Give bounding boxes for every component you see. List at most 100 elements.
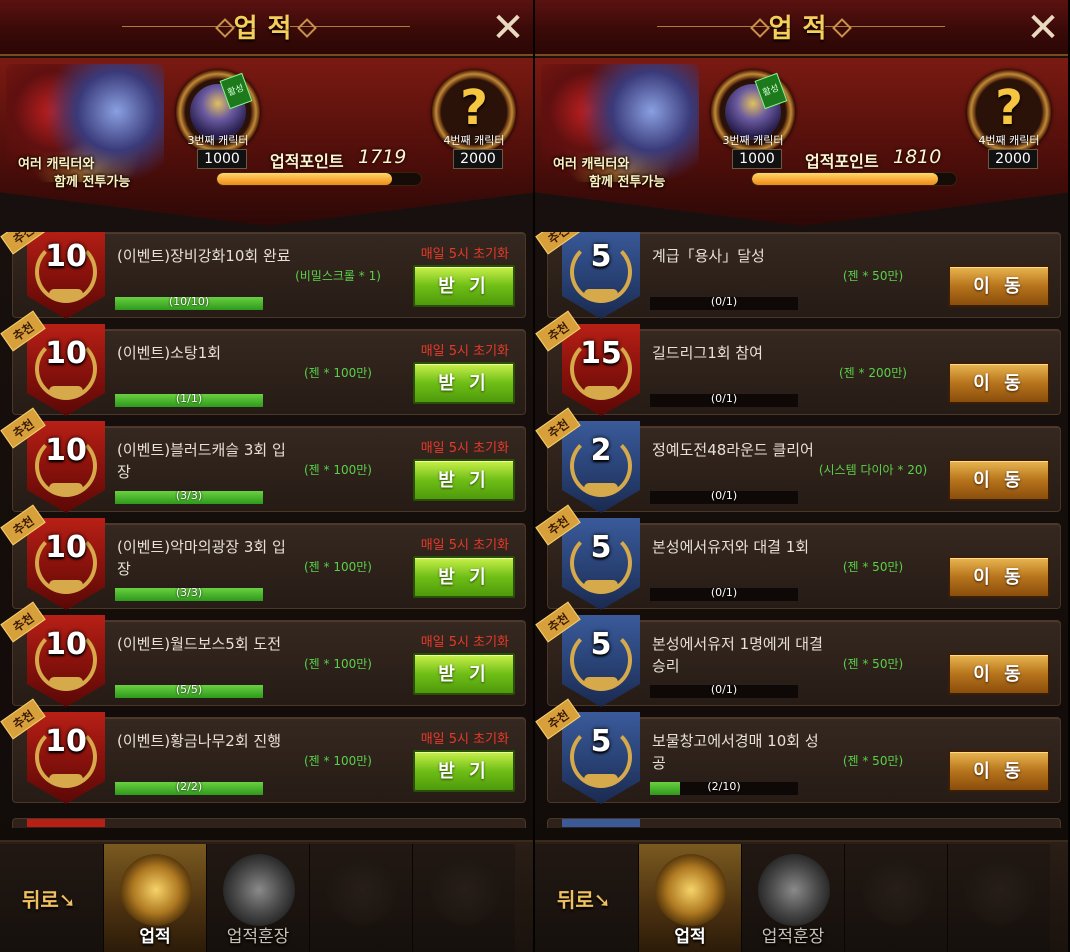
tab-label: 업적훈장 — [226, 927, 290, 947]
locked-emblem-icon — [429, 854, 501, 926]
claim-button[interactable]: 받 기 — [413, 265, 515, 307]
hero-caption: 여러 캐릭터와 함께 전투가능 — [18, 157, 131, 190]
tab-label: 업적 — [139, 927, 171, 947]
close-icon[interactable]: ✕ — [1026, 8, 1060, 48]
achievement-title: 본성에서유저와 대결 1회 — [652, 538, 810, 556]
progress-bar: (5/5) — [115, 683, 263, 698]
level-emblem: 10 — [27, 232, 105, 319]
achievement-row: 추천 10 (이벤트)월드보스5회 도전 (5/5) (젠 * 100만) 매일… — [0, 601, 526, 707]
reward-text: (젠 * 50만) — [842, 560, 904, 574]
bottom-nav: 뒤로➘ 업적 업적훈장 — [535, 840, 1070, 952]
level-number: 5 — [590, 530, 612, 565]
achievement-row: 추천 10 (이벤트)황금나무2회 진행 (2/2) (젠 * 100만) 매일… — [0, 698, 526, 804]
level-emblem: 10 — [27, 712, 105, 804]
next-row-preview — [547, 818, 1061, 828]
level-emblem: 5 — [562, 712, 640, 804]
back-arrow-icon: ➘ — [58, 888, 76, 912]
level-number: 15 — [580, 336, 622, 371]
trophy-icon — [655, 854, 727, 926]
next-row-emblem-stub — [27, 819, 105, 827]
progress-bar: (3/3) — [115, 489, 263, 504]
claim-button[interactable]: 받 기 — [413, 459, 515, 501]
points-progress-bar — [216, 172, 422, 186]
claim-button[interactable]: 받 기 — [413, 750, 515, 792]
reward-text: (시스템 다이아 * 20) — [818, 463, 928, 477]
progress-text: (0/1) — [710, 295, 738, 308]
tab-achievement-medals[interactable]: 업적훈장 — [741, 844, 844, 952]
milestone-label: 3번째 캐릭터 — [187, 134, 249, 147]
tab-achievements[interactable]: 업적 — [638, 844, 741, 952]
tab-locked — [844, 844, 947, 952]
level-number: 10 — [45, 239, 87, 274]
progress-text: (1/1) — [175, 392, 203, 405]
question-mark-icon: ? — [460, 80, 488, 136]
points-label: 업적포인트 — [270, 152, 344, 171]
achievement-title: 길드리그1회 참여 — [652, 344, 763, 362]
level-emblem: 5 — [562, 518, 640, 610]
progress-bar: (1/1) — [115, 392, 263, 407]
level-emblem: 5 — [562, 615, 640, 707]
reset-notice: 매일 5시 초기화 — [420, 344, 509, 359]
next-row-preview — [12, 818, 526, 828]
go-button[interactable]: 이 동 — [948, 653, 1050, 695]
progress-text: (0/1) — [710, 586, 738, 599]
title-bar: 업적 ✕ — [535, 0, 1070, 56]
claim-button[interactable]: 받 기 — [413, 653, 515, 695]
achievement-panel-right: 업적 ✕ 여러 캐릭터와 함께 전투가능 활성 ? 3번째 캐릭터 1000 4… — [535, 0, 1070, 952]
back-button[interactable]: 뒤로➘ — [22, 884, 76, 913]
progress-text: (2/10) — [707, 780, 741, 793]
achievement-list[interactable]: 추천 10 (이벤트)장비강화10회 완료 (10/10) (비밀스크롤 * 1… — [0, 232, 535, 828]
milestone-label: 4번째 캐릭터 — [978, 134, 1040, 147]
points-value: 1719 — [358, 146, 407, 168]
question-mark-icon: ? — [995, 80, 1023, 136]
tab-locked — [412, 844, 515, 952]
level-number: 10 — [45, 530, 87, 565]
milestone-value: 1000 — [197, 149, 247, 169]
close-icon[interactable]: ✕ — [491, 8, 525, 48]
milestone-value: 1000 — [732, 149, 782, 169]
title-bar: 업적 ✕ — [0, 0, 535, 56]
progress-bar: (3/3) — [115, 586, 263, 601]
milestone-label: 4번째 캐릭터 — [443, 134, 505, 147]
level-emblem: 15 — [562, 324, 640, 416]
milestone-label: 3번째 캐릭터 — [722, 134, 784, 147]
next-row-emblem-stub — [562, 819, 640, 827]
progress-text: (3/3) — [175, 489, 203, 502]
progress-bar: (2/2) — [115, 780, 263, 795]
achievement-list[interactable]: 추천 5 계급「용사」달성 (0/1) (젠 * 50만) 이 동 추천 15 … — [535, 232, 1070, 828]
reset-notice: 매일 5시 초기화 — [420, 732, 509, 747]
tab-achievements[interactable]: 업적 — [103, 844, 206, 952]
back-cell[interactable]: 뒤로➘ — [535, 844, 638, 952]
claim-button[interactable]: 받 기 — [413, 362, 515, 404]
go-button[interactable]: 이 동 — [948, 265, 1050, 307]
progress-text: (3/3) — [175, 586, 203, 599]
level-number: 10 — [45, 724, 87, 759]
go-button[interactable]: 이 동 — [948, 362, 1050, 404]
back-button[interactable]: 뒤로➘ — [557, 884, 611, 913]
points-value: 1810 — [893, 146, 942, 168]
level-emblem: 5 — [562, 232, 640, 319]
level-number: 10 — [45, 433, 87, 468]
achievement-title: (이벤트)소탕1회 — [117, 344, 222, 362]
tab-achievement-medals[interactable]: 업적훈장 — [206, 844, 309, 952]
go-button[interactable]: 이 동 — [948, 556, 1050, 598]
level-emblem: 10 — [27, 518, 105, 610]
progress-bar: (0/1) — [650, 392, 798, 407]
go-button[interactable]: 이 동 — [948, 459, 1050, 501]
level-emblem: 10 — [27, 324, 105, 416]
achievement-row: 추천 15 길드리그1회 참여 (0/1) (젠 * 200만) 이 동 — [535, 310, 1061, 416]
title-ornament-right — [825, 26, 945, 32]
claim-button[interactable]: 받 기 — [413, 556, 515, 598]
reward-text: (젠 * 100만) — [304, 657, 372, 671]
back-cell[interactable]: 뒤로➘ — [0, 844, 103, 952]
hero-caption: 여러 캐릭터와 함께 전투가능 — [553, 157, 666, 190]
go-button[interactable]: 이 동 — [948, 750, 1050, 792]
achievement-row: 추천 5 본성에서유저 1명에게 대결 승리 (0/1) (젠 * 50만) 이… — [535, 601, 1061, 707]
achievement-row: 추천 10 (이벤트)악마의광장 3회 입장 (3/3) (젠 * 100만) … — [0, 504, 526, 610]
achievement-row: 추천 5 계급「용사」달성 (0/1) (젠 * 50만) 이 동 — [535, 232, 1061, 319]
reward-text: (비밀스크롤 * 1) — [295, 269, 381, 283]
reset-notice: 매일 5시 초기화 — [420, 635, 509, 650]
achievement-row: 추천 5 본성에서유저와 대결 1회 (0/1) (젠 * 50만) 이 동 — [535, 504, 1061, 610]
page-title: 업적 — [768, 14, 837, 44]
progress-bar: (2/10) — [650, 780, 798, 795]
